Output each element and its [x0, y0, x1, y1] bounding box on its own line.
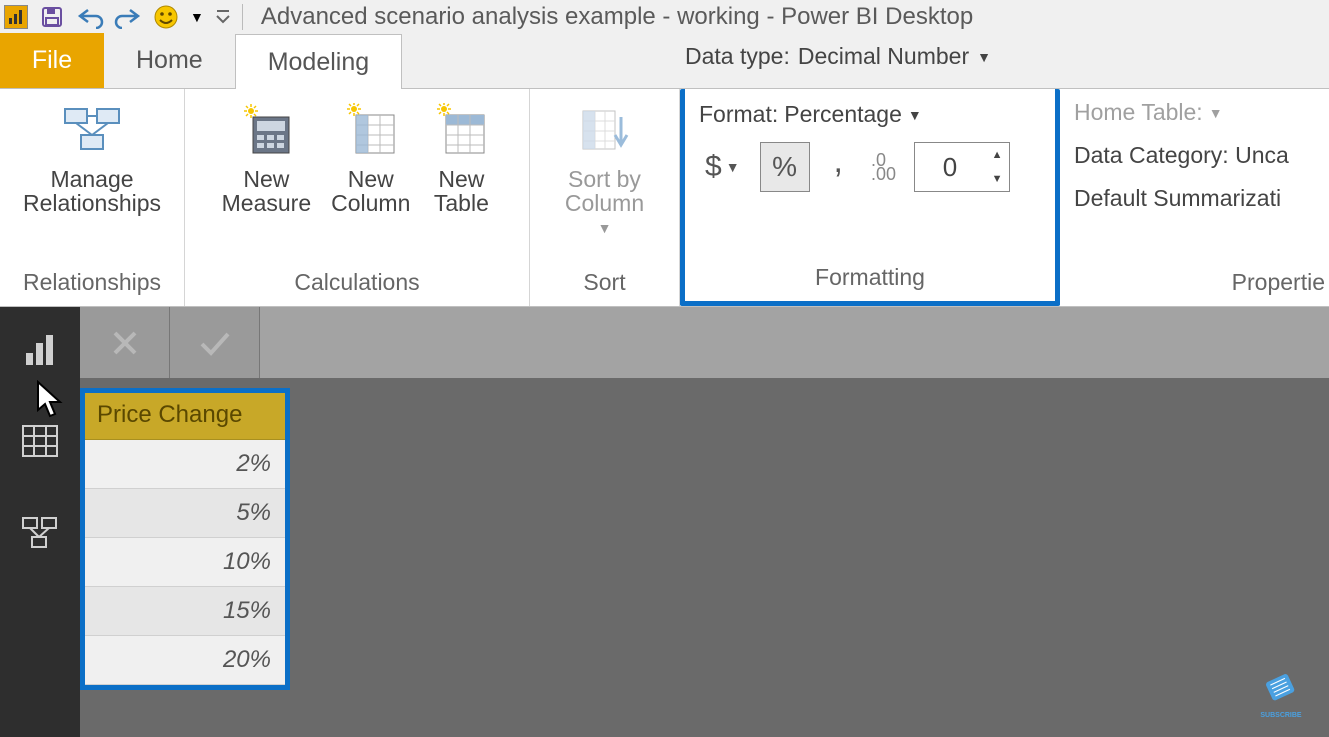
- group-calculations: New Measure New Column New Table Calcula…: [185, 89, 530, 306]
- smiley-icon[interactable]: [152, 3, 180, 31]
- currency-format-button[interactable]: $ ▼: [699, 150, 746, 184]
- data-category-label[interactable]: Data Category: Unca: [1074, 142, 1289, 169]
- manage-relationships-icon: [61, 99, 123, 161]
- percent-format-button[interactable]: %: [760, 142, 810, 192]
- table-row[interactable]: 5%: [85, 489, 285, 538]
- sort-by-column-icon: [573, 99, 635, 161]
- decimal-places-input[interactable]: [915, 152, 985, 183]
- new-column-label: New Column: [331, 167, 410, 215]
- save-icon[interactable]: [38, 3, 66, 31]
- new-measure-button[interactable]: New Measure: [214, 95, 319, 215]
- new-table-button[interactable]: New Table: [422, 95, 500, 215]
- group-sort: Sort by Column ▼ Sort: [530, 89, 680, 306]
- currency-caret-icon: ▼: [726, 159, 740, 175]
- redo-icon[interactable]: [114, 3, 142, 31]
- format-value[interactable]: Percentage: [784, 101, 902, 128]
- table-header[interactable]: Price Change: [85, 393, 285, 440]
- sort-dropdown-caret-icon: ▼: [598, 221, 612, 236]
- decimal-places-spinner[interactable]: ▲ ▼: [914, 142, 1010, 192]
- decimal-places-icon: .0 .00: [867, 153, 900, 182]
- new-measure-label: New Measure: [222, 167, 311, 215]
- spin-down-icon[interactable]: ▼: [985, 167, 1009, 191]
- group-properties: Home Table: ▼ Data Category: Unca Defaul…: [1060, 89, 1329, 306]
- percent-symbol: %: [772, 151, 797, 183]
- new-table-icon: [430, 99, 492, 161]
- group-relationships-label: Relationships: [0, 263, 184, 306]
- formula-input[interactable]: [260, 307, 1329, 378]
- tab-modeling[interactable]: Modeling: [235, 34, 402, 89]
- datatype-value[interactable]: Decimal Number: [798, 43, 969, 70]
- thousand-separator-button[interactable]: ,: [824, 142, 853, 181]
- ribbon-tabs: File Home Modeling: [0, 34, 1329, 89]
- new-column-button[interactable]: New Column: [323, 95, 418, 215]
- app-icon: [4, 5, 28, 29]
- comma-symbol: ,: [834, 142, 843, 180]
- data-view-button[interactable]: [18, 419, 62, 463]
- tab-file-label: File: [32, 46, 72, 75]
- currency-symbol: $: [705, 150, 722, 184]
- new-table-label: New Table: [434, 167, 489, 215]
- subscribe-badge[interactable]: SUBSCRIBE: [1251, 669, 1311, 719]
- qat-customize-icon[interactable]: [214, 3, 232, 31]
- home-table-label: Home Table:: [1074, 99, 1203, 126]
- separator: [242, 4, 243, 30]
- group-formatting-label: Formatting: [685, 258, 1055, 301]
- title-bar: ▼ Advanced scenario analysis example - w…: [0, 0, 1329, 34]
- datatype-label: Data type:: [685, 43, 790, 70]
- tab-modeling-label: Modeling: [268, 48, 369, 77]
- sort-by-column-label: Sort by Column: [565, 167, 644, 215]
- sort-by-column-button[interactable]: Sort by Column ▼: [557, 95, 652, 236]
- table-row[interactable]: 2%: [85, 440, 285, 489]
- tab-home-label: Home: [136, 46, 203, 75]
- group-properties-label: Propertie: [1060, 263, 1329, 306]
- formula-cancel-button[interactable]: [80, 307, 170, 378]
- manage-relationships-label: Manage Relationships: [23, 167, 161, 215]
- model-view-button[interactable]: [18, 511, 62, 555]
- default-summarization-label[interactable]: Default Summarizati: [1074, 185, 1281, 212]
- qat-dropdown-caret-icon[interactable]: ▼: [190, 9, 204, 25]
- manage-relationships-button[interactable]: Manage Relationships: [15, 95, 169, 215]
- subscribe-label: SUBSCRIBE: [1260, 712, 1302, 719]
- view-switcher: [0, 307, 80, 737]
- format-label: Format:: [699, 101, 778, 128]
- home-table-caret-icon[interactable]: ▼: [1209, 105, 1223, 121]
- formula-bar-area: [0, 307, 1329, 378]
- new-measure-icon: [235, 99, 297, 161]
- tab-home[interactable]: Home: [104, 33, 235, 88]
- group-formatting: Data type: Decimal Number ▼ Format: Perc…: [680, 89, 1060, 306]
- format-caret-icon[interactable]: ▼: [908, 107, 922, 123]
- spin-up-icon[interactable]: ▲: [985, 143, 1009, 167]
- group-calculations-label: Calculations: [185, 263, 529, 306]
- group-relationships: Manage Relationships Relationships: [0, 89, 185, 306]
- new-column-icon: [340, 99, 402, 161]
- data-table: Price Change 2% 5% 10% 15% 20%: [80, 388, 290, 690]
- group-sort-label: Sort: [530, 263, 679, 306]
- formula-commit-button[interactable]: [170, 307, 260, 378]
- ribbon: Manage Relationships Relationships New M…: [0, 89, 1329, 307]
- table-row[interactable]: 20%: [85, 636, 285, 685]
- report-view-button[interactable]: [18, 327, 62, 371]
- window-title: Advanced scenario analysis example - wor…: [261, 3, 973, 31]
- table-row[interactable]: 10%: [85, 538, 285, 587]
- tab-file[interactable]: File: [0, 33, 104, 88]
- table-row[interactable]: 15%: [85, 587, 285, 636]
- datatype-caret-icon[interactable]: ▼: [977, 49, 991, 65]
- undo-icon[interactable]: [76, 3, 104, 31]
